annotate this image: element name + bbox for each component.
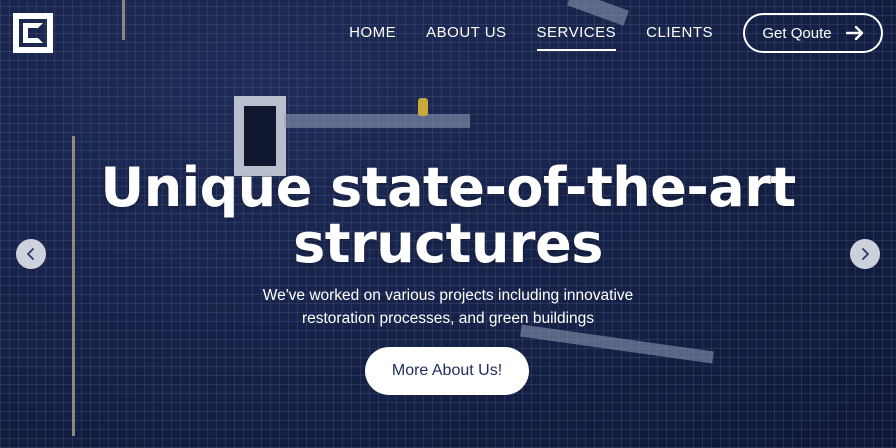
nav-item-clients[interactable]: CLIENTS <box>646 23 713 43</box>
hero-subtext-line2: restoration processes, and green buildin… <box>301 310 595 327</box>
worker-decoration <box>418 98 428 116</box>
rebar-bundle-decoration <box>284 114 470 128</box>
get-quote-label: Get Qoute <box>762 24 832 42</box>
rebar-bundle-decoration <box>520 324 714 364</box>
hero-headline-line1: Unique state-of-the-art <box>100 156 796 219</box>
nav-item-services[interactable]: SERVICES <box>536 23 617 51</box>
nav-item-about-us[interactable]: ABOUT US <box>426 23 506 43</box>
post-decoration <box>122 0 125 40</box>
hero-headline-line2: structures <box>293 212 603 275</box>
get-quote-button[interactable]: Get Qoute <box>743 13 883 53</box>
hero-subtext: We've worked on various projects includi… <box>0 284 896 330</box>
square-logo-icon <box>23 23 43 43</box>
more-about-us-button[interactable]: More About Us! <box>365 347 529 395</box>
brand-logo[interactable] <box>13 13 53 53</box>
nav-item-home[interactable]: HOME <box>349 23 396 43</box>
hero-headline: Unique state-of-the-art structures <box>0 160 896 272</box>
hero-section: HOME ABOUT US SERVICES CLIENTS Get Qoute… <box>0 0 896 448</box>
main-nav: HOME ABOUT US SERVICES CLIENTS Get Qoute <box>349 0 896 66</box>
arrow-right-icon <box>845 26 863 40</box>
hero-subtext-line1: We've worked on various projects includi… <box>262 287 634 304</box>
